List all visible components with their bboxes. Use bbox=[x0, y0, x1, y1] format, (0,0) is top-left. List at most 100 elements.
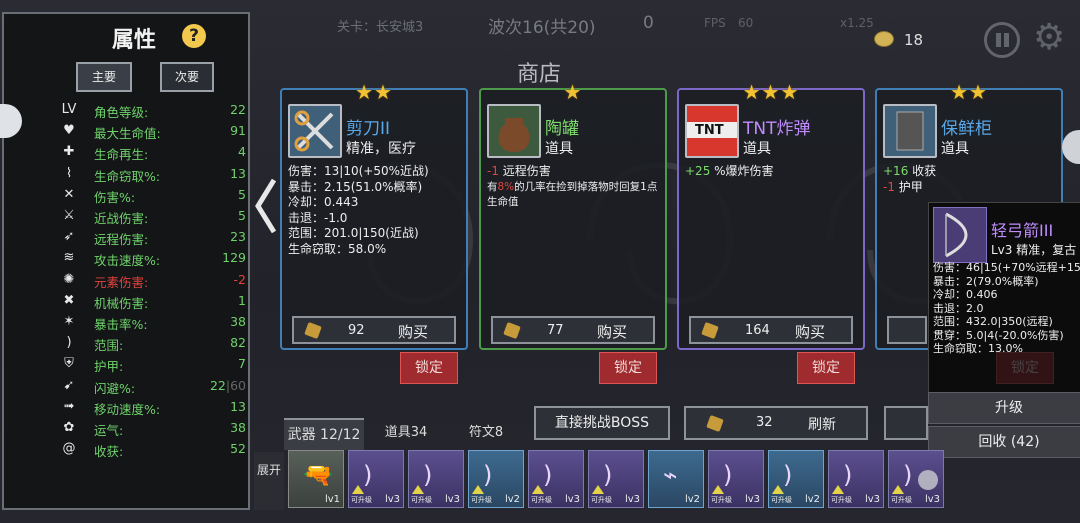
shop-card[interactable]: ★ 陶罐 道具 -1 远程伤害 有8%的几率在捡到掉落物时回复1点生命值 77 购… bbox=[479, 80, 667, 350]
refresh-button[interactable]: 32 刷新 bbox=[684, 406, 868, 440]
buy-button[interactable]: 92 购买 bbox=[292, 316, 456, 344]
wave-counter: 波次16(共20) bbox=[488, 18, 596, 38]
tooltip-item-tags: Lv3 精准，复古 bbox=[991, 243, 1077, 257]
buy-button[interactable]: 164 购买 bbox=[689, 316, 853, 344]
fridge-icon bbox=[883, 104, 937, 158]
inventory-slot[interactable]: ) 可升级 lv3 bbox=[588, 450, 644, 508]
rarity-stars: ★★ bbox=[950, 80, 988, 104]
upgrade-button[interactable]: 升级 bbox=[928, 392, 1080, 424]
upgrade-arrow-icon bbox=[832, 485, 844, 494]
stat-value: 7 bbox=[238, 356, 246, 371]
tab-secondary[interactable]: 次要 bbox=[160, 62, 214, 92]
extra-button[interactable] bbox=[884, 406, 928, 440]
lock-button[interactable]: 锁定 bbox=[797, 352, 855, 384]
stat-icon: ✶ bbox=[63, 314, 75, 329]
item-name: 陶罐 bbox=[545, 119, 579, 139]
stat-icon: ⛨ bbox=[64, 356, 74, 372]
buy-label: 购买 bbox=[398, 323, 429, 341]
inventory-slot[interactable]: 🔫 lv1 bbox=[288, 450, 344, 508]
expand-button[interactable]: 展开 bbox=[254, 452, 284, 510]
lock-button[interactable]: 锁定 bbox=[400, 352, 458, 384]
stat-value: 91 bbox=[230, 123, 246, 138]
bow-icon: ) bbox=[603, 461, 613, 489]
pause-icon[interactable] bbox=[984, 22, 1020, 58]
game-speed: x1.25 bbox=[840, 16, 874, 30]
shop-card[interactable]: ★★★ TNT TNT炸弹 道具 +25 %爆炸伤害 164 购买 bbox=[677, 80, 865, 350]
gear-icon[interactable]: ⚙ bbox=[1033, 20, 1065, 56]
upgradable-label: 可升级 bbox=[471, 496, 492, 504]
attributes-panel: 属性 ? 主要 次要 LV 角色等级: 22 ♥ 最大生命值: 91 ✚ 生命再生:… bbox=[0, 12, 250, 510]
stat-icon: ➹ bbox=[63, 377, 75, 393]
inventory-slot[interactable]: ) 可升级 lv2 bbox=[768, 450, 824, 508]
effect-value: -1 bbox=[487, 164, 499, 178]
coin-icon bbox=[874, 31, 894, 47]
stat-row: ≋ 攻击速度%: 129 bbox=[60, 248, 246, 268]
inventory-slot[interactable]: ⌁ lv2 bbox=[648, 450, 704, 508]
scissors-icon bbox=[288, 104, 342, 158]
stat-row: ✚ 生命再生: 4 bbox=[60, 142, 246, 162]
upgradable-label: 可升级 bbox=[531, 496, 552, 504]
tooltip-stat-line: 暴击：2(79.0%概率) bbox=[933, 274, 1039, 288]
inventory-slot[interactable]: ) 可升级 lv3 bbox=[708, 450, 764, 508]
stat-icon: ➶ bbox=[63, 229, 75, 245]
scroll-handle[interactable] bbox=[918, 470, 938, 490]
inventory-slot[interactable]: ) 可升级 lv3 bbox=[348, 450, 404, 508]
effect-line: -1 远程伤害 bbox=[487, 164, 659, 180]
stat-number: 7 bbox=[238, 356, 246, 372]
coin-icon bbox=[701, 321, 719, 340]
upgradable-label: 可升级 bbox=[591, 496, 612, 504]
rarity-stars: ★ bbox=[563, 80, 583, 104]
tab-items[interactable]: 道具34 bbox=[376, 418, 436, 448]
lock-button[interactable]: 锁定 bbox=[996, 352, 1054, 384]
stat-icon: ➟ bbox=[63, 398, 75, 414]
item-name: 保鲜柜 bbox=[941, 119, 992, 139]
help-icon[interactable]: ? bbox=[182, 24, 206, 48]
tab-weapons[interactable]: 武器 12/12 bbox=[284, 418, 364, 450]
slot-level: lv3 bbox=[384, 494, 400, 505]
level-label: 关卡：长安城3 bbox=[337, 20, 424, 35]
upgrade-arrow-icon bbox=[532, 485, 544, 494]
effect-line: +16 收获 bbox=[883, 164, 936, 180]
stat-value: 22 bbox=[230, 102, 246, 117]
stat-label: 角色等级: bbox=[94, 105, 149, 120]
rarity-stars: ★★★ bbox=[742, 80, 800, 104]
stat-value: 38 bbox=[230, 420, 246, 435]
stat-row: ✕ 伤害%: 5 bbox=[60, 185, 246, 205]
stat-icon: ) bbox=[66, 335, 72, 351]
inventory-slot[interactable]: ) 可升级 lv3 bbox=[408, 450, 464, 508]
effect-text: 收获 bbox=[908, 164, 937, 178]
tnt-icon-label: TNT bbox=[695, 123, 724, 138]
stat-row: LV 角色等级: 22 bbox=[60, 100, 246, 120]
stat-label: 生命窃取%: bbox=[94, 168, 161, 184]
inventory-slot[interactable]: ) 可升级 lv3 bbox=[528, 450, 584, 508]
tab-runes[interactable]: 符文8 bbox=[456, 418, 516, 448]
raygun-icon: ⌁ bbox=[663, 461, 678, 489]
inventory-slot[interactable]: ) 可升级 lv2 bbox=[468, 450, 524, 508]
slot-level: lv3 bbox=[744, 494, 760, 505]
item-stats: -1 远程伤害 有8%的几率在捡到掉落物时回复1点生命值 bbox=[487, 164, 659, 211]
upgradable-label: 可升级 bbox=[771, 496, 792, 504]
shop-card[interactable]: ★★ 剪刀II 精准，医疗 伤害：13|10(+50%近战) 暴击：2.15(51… bbox=[280, 80, 468, 350]
stat-label: 元素伤害: bbox=[94, 274, 149, 290]
stat-row: ➹ 闪避%: 22|60 bbox=[60, 376, 246, 396]
bow-icon: ) bbox=[783, 461, 793, 489]
panel-toggle-handle[interactable] bbox=[0, 104, 22, 138]
inventory-slot[interactable]: ) 可升级 lv3 bbox=[828, 450, 884, 508]
buy-button[interactable]: 77 购买 bbox=[491, 316, 655, 344]
stat-label: 运气: bbox=[94, 423, 124, 438]
stat-label: 护甲: bbox=[94, 359, 124, 375]
tab-primary[interactable]: 主要 bbox=[76, 62, 132, 92]
lock-button[interactable]: 锁定 bbox=[599, 352, 657, 384]
tnt-icon: TNT bbox=[685, 104, 739, 158]
item-name: TNT炸弹 bbox=[743, 119, 811, 139]
attributes-title: 属性 bbox=[112, 28, 157, 53]
chevron-left-icon[interactable] bbox=[254, 178, 276, 234]
stat-value: 38 bbox=[230, 314, 246, 329]
stat-label: 移动速度%: bbox=[94, 401, 161, 417]
upgrade-arrow-icon bbox=[352, 485, 364, 494]
tooltip-stats: 伤害：46|15(+70%远程+15%...暴击：2(79.0%概率)冷却：0.… bbox=[933, 261, 1080, 356]
stat-value: 129 bbox=[222, 250, 246, 265]
effect-line: -1 护甲 bbox=[883, 180, 936, 196]
challenge-boss-button[interactable]: 直接挑战BOSS bbox=[534, 406, 670, 440]
buy-button[interactable] bbox=[887, 316, 927, 344]
